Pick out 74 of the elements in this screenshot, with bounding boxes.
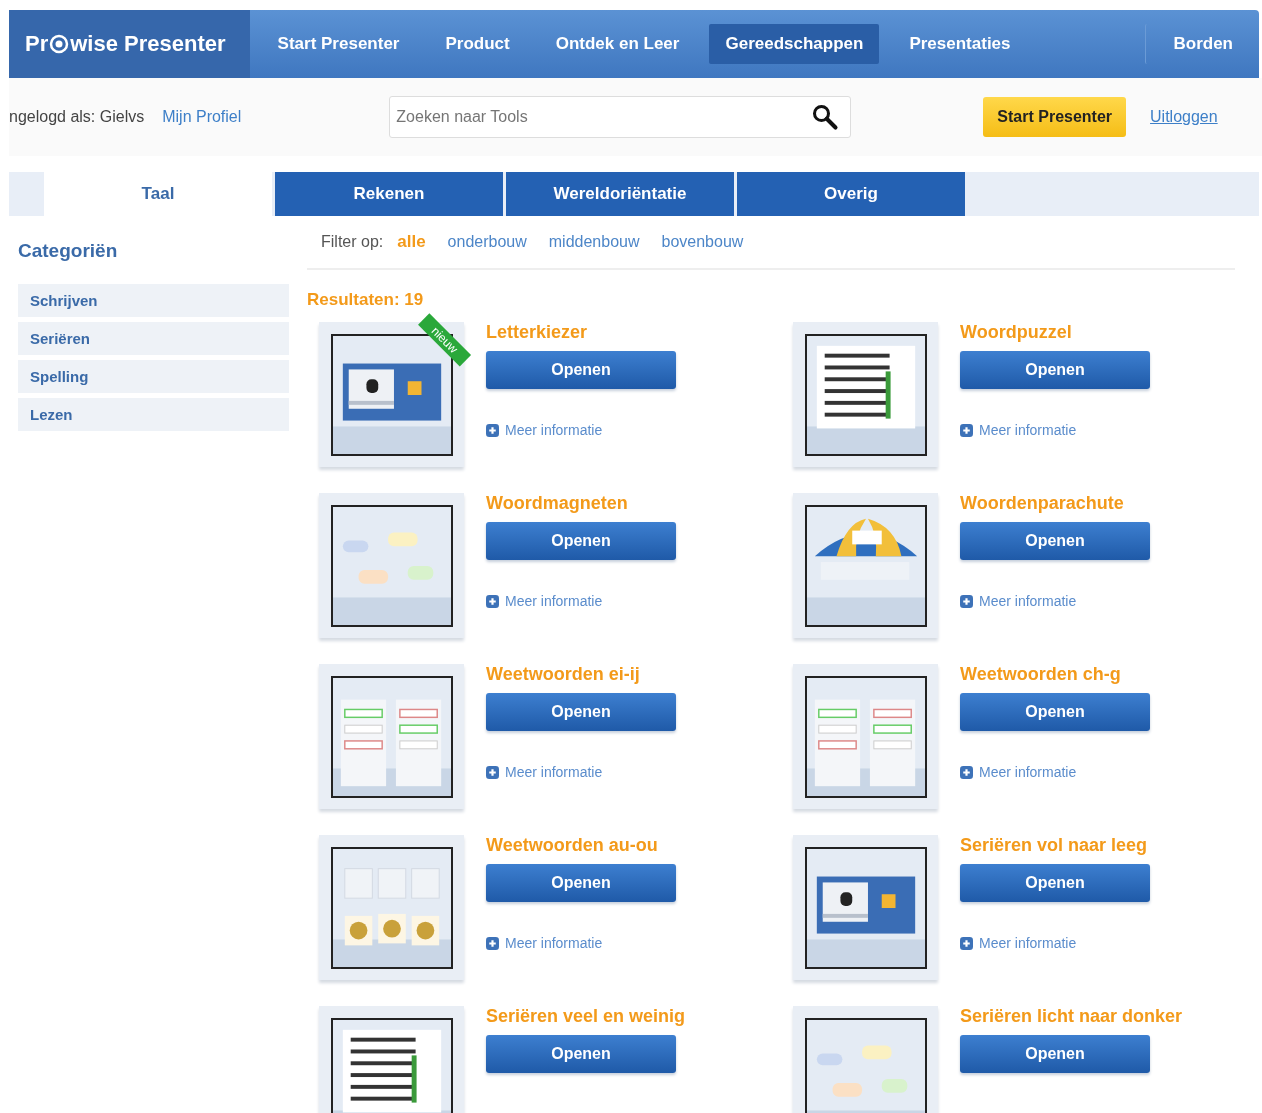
more-info-link[interactable]: Meer informatie	[960, 935, 1077, 951]
nav-item[interactable]: Gereedschappen	[709, 24, 880, 64]
thumbnail-card[interactable]	[319, 664, 464, 809]
plus-icon	[960, 594, 973, 608]
sidebar-item[interactable]: Schrijven	[18, 284, 289, 317]
search-icon[interactable]	[811, 103, 840, 131]
sidebar-item[interactable]: Lezen	[18, 398, 289, 431]
thumbnail-card[interactable]	[793, 322, 938, 467]
more-info-link[interactable]: Meer informatie	[960, 764, 1077, 780]
nav-item[interactable]: Start Presenter	[261, 24, 416, 64]
tool-title: Seriëren licht naar donker	[960, 1006, 1183, 1027]
logout-link[interactable]: Uitloggen	[1150, 108, 1218, 126]
nav-item[interactable]: Product	[429, 24, 526, 64]
plus-icon	[486, 765, 499, 779]
thumbnail-card[interactable]	[793, 493, 938, 638]
sidebar-item[interactable]: Spelling	[18, 360, 289, 393]
sidebar-title: Categoriën	[17, 240, 119, 262]
open-button[interactable]: Openen	[960, 522, 1150, 560]
nav-item[interactable]: Presentaties	[893, 24, 1027, 64]
thumbnail-card[interactable]	[793, 1006, 938, 1113]
more-info-link[interactable]: Meer informatie	[486, 764, 603, 780]
more-info-link[interactable]: Meer informatie	[960, 593, 1077, 609]
search-field[interactable]: Zoeken naar Tools	[389, 96, 852, 138]
results-count: Resultaten: 19	[307, 290, 425, 310]
plus-icon	[960, 765, 973, 779]
tool-title: Woordenparachute	[960, 493, 1124, 514]
filter-option[interactable]: bovenbouw	[661, 233, 744, 251]
category-tab[interactable]: Rekenen	[275, 172, 503, 216]
more-info-link[interactable]: Meer informatie	[486, 935, 603, 951]
thumbnail-card[interactable]	[319, 493, 464, 638]
open-button[interactable]: Openen	[486, 522, 676, 560]
nav-item[interactable]: Ontdek en Leer	[539, 24, 696, 64]
nav-item[interactable]: Borden	[1144, 24, 1249, 64]
tool-title: Seriëren veel en weinig	[486, 1006, 686, 1027]
category-tab[interactable]: Wereldoriëntatie	[506, 172, 734, 216]
open-button[interactable]: Openen	[960, 693, 1150, 731]
tool-title: Letterkiezer	[486, 322, 588, 343]
open-button[interactable]: Openen	[960, 351, 1150, 389]
plus-icon	[486, 594, 499, 608]
tool-title: Weetwoorden ch-g	[960, 664, 1121, 685]
open-button[interactable]: Openen	[486, 693, 676, 731]
start-presenter-button[interactable]: Start Presenter	[983, 97, 1127, 137]
sidebar-item[interactable]: Seriëren	[18, 322, 289, 355]
thumbnail-card[interactable]	[793, 835, 938, 980]
more-info-link[interactable]: Meer informatie	[486, 422, 603, 438]
logged-in-text: ngelogd als: Gielvs	[9, 108, 145, 126]
filter-option[interactable]: middenbouw	[548, 233, 640, 251]
filter-option[interactable]: onderbouw	[447, 233, 527, 251]
thumbnail-card[interactable]	[793, 664, 938, 809]
logo[interactable]: Pr wise Presenter	[9, 10, 250, 78]
thumbnail-card[interactable]	[319, 835, 464, 980]
more-info-link[interactable]: Meer informatie	[960, 422, 1077, 438]
open-button[interactable]: Openen	[486, 864, 676, 902]
tool-title: Seriëren vol naar leeg	[960, 835, 1148, 856]
profile-link[interactable]: Mijn Profiel	[162, 108, 242, 126]
filter-label: Filter op:	[321, 233, 384, 251]
open-button[interactable]: Openen	[486, 351, 676, 389]
tool-title: Woordmagneten	[486, 493, 628, 514]
open-button[interactable]: Openen	[486, 1035, 676, 1073]
open-button[interactable]: Openen	[960, 864, 1150, 902]
thumbnail-card[interactable]	[319, 1006, 464, 1113]
tool-title: Woordpuzzel	[960, 322, 1072, 343]
more-info-link[interactable]: Meer informatie	[486, 593, 603, 609]
target-icon	[49, 34, 70, 54]
tool-title: Weetwoorden au-ou	[486, 835, 658, 856]
category-tab[interactable]: Taal	[44, 172, 272, 216]
tool-title: Weetwoorden ei-ij	[486, 664, 640, 685]
plus-icon	[960, 423, 973, 437]
category-tab[interactable]: Overig	[737, 172, 965, 216]
plus-icon	[960, 936, 973, 950]
plus-icon	[486, 936, 499, 950]
thumbnail-card[interactable]	[319, 322, 464, 467]
plus-icon	[486, 423, 499, 437]
open-button[interactable]: Openen	[960, 1035, 1150, 1073]
